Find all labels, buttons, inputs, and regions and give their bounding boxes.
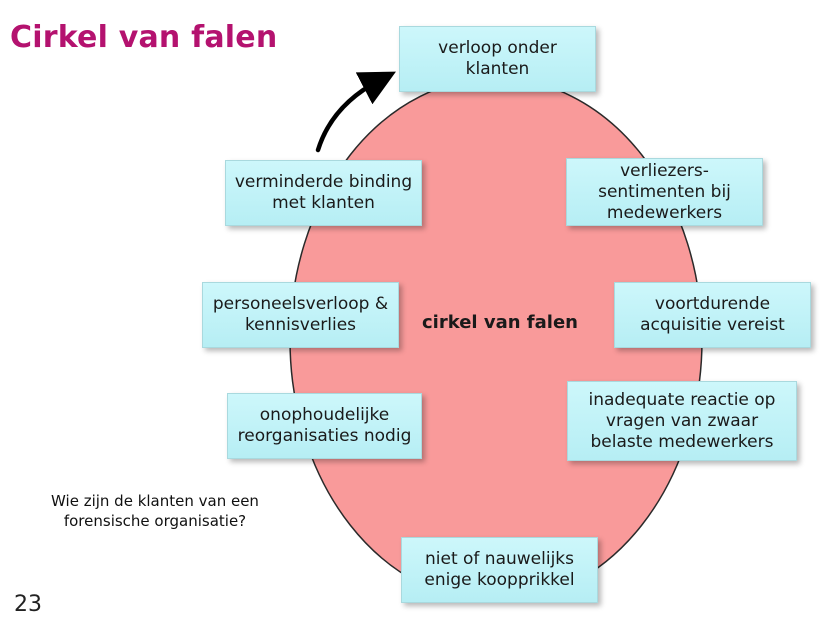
box-inadequate-reactie: inadequate reactie op vragen van zwaar b… [567, 381, 797, 461]
center-label: cirkel van falen [422, 312, 578, 333]
question-text: Wie zijn de klanten van een forensische … [51, 492, 259, 530]
page-title: Cirkel van falen [10, 20, 278, 55]
box-verminderde-binding: verminderde binding met klanten [225, 160, 422, 226]
box-verliezers-sentimenten: verliezers- sentimenten bij medewerkers [566, 158, 763, 226]
box-onophoudelijke-reorganisaties: onophoudelijke reorganisaties nodig [227, 393, 422, 459]
box-verloop-onder-klanten: verloop onder klanten [399, 26, 596, 92]
page-number: 23 [14, 592, 42, 617]
box-koopprikkel: niet of nauwelijks enige koopprikkel [401, 537, 598, 603]
box-personeelsverloop: personeelsverloop & kennisverlies [202, 282, 399, 348]
box-voortdurende-acquisitie: voortdurende acquisitie vereist [614, 282, 811, 348]
